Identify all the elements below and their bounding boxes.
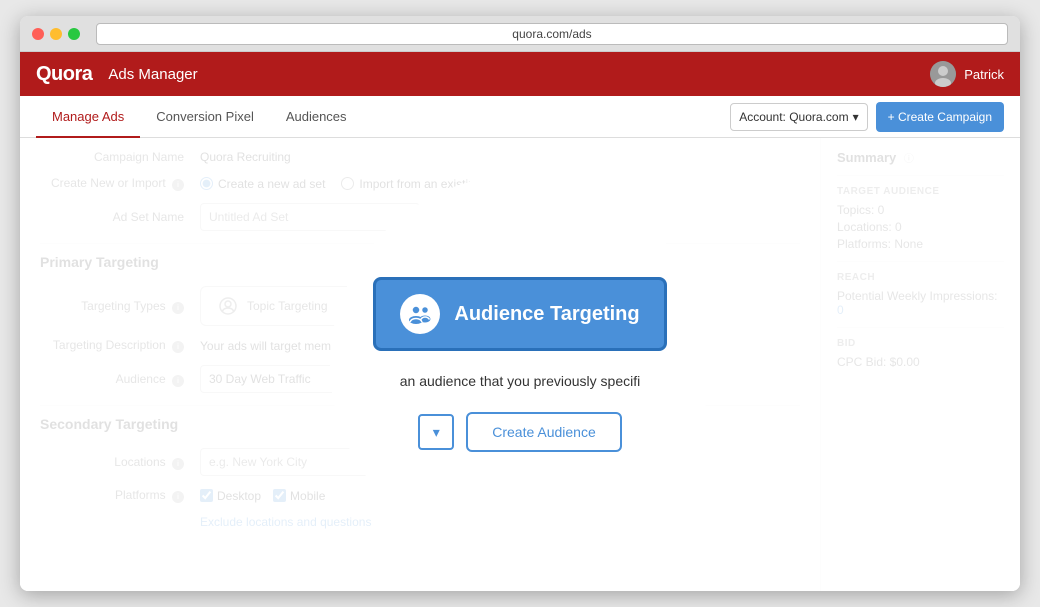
nav-left: Quora Ads Manager (36, 63, 198, 86)
tab-manage-ads[interactable]: Manage Ads (36, 97, 140, 138)
nav-tabs: Manage Ads Conversion Pixel Audiences (36, 96, 363, 137)
user-name: Patrick (964, 67, 1004, 82)
address-bar[interactable]: quora.com/ads (96, 23, 1008, 45)
overlay-bottom-row: ▾ Create Audience (418, 412, 622, 452)
overlay-description: an audience that you previously specifi (400, 371, 640, 392)
tab-audiences[interactable]: Audiences (270, 97, 363, 138)
account-select[interactable]: Account: Quora.com ▾ (730, 103, 867, 131)
top-nav: Quora Ads Manager Patrick (20, 52, 1020, 96)
main-content: Campaign Name Quora Recruiting Create Ne… (20, 138, 1020, 591)
secondary-nav: Manage Ads Conversion Pixel Audiences Ac… (20, 96, 1020, 138)
create-audience-button[interactable]: Create Audience (466, 412, 622, 452)
nav-actions: Account: Quora.com ▾ + Create Campaign (730, 102, 1004, 132)
app-content: Quora Ads Manager Patrick Manage Ads (20, 52, 1020, 591)
create-campaign-button[interactable]: + Create Campaign (876, 102, 1004, 132)
audience-targeting-card-label: Audience Targeting (454, 303, 639, 326)
maximize-button[interactable] (68, 28, 80, 40)
traffic-lights (32, 28, 80, 40)
tab-conversion-pixel[interactable]: Conversion Pixel (140, 97, 270, 138)
spotlight-circle: Audience Targeting an audience that you … (330, 175, 710, 555)
close-button[interactable] (32, 28, 44, 40)
audience-icon (400, 294, 440, 334)
quora-logo: Quora (36, 63, 92, 86)
overlay: Audience Targeting an audience that you … (20, 138, 1020, 591)
ads-manager-label: Ads Manager (108, 66, 197, 83)
nav-right: Patrick (930, 61, 1004, 87)
mini-dropdown[interactable]: ▾ (418, 414, 454, 450)
audience-targeting-card[interactable]: Audience Targeting (373, 277, 666, 351)
browser-titlebar: quora.com/ads (20, 16, 1020, 52)
minimize-button[interactable] (50, 28, 62, 40)
user-avatar (930, 61, 956, 87)
